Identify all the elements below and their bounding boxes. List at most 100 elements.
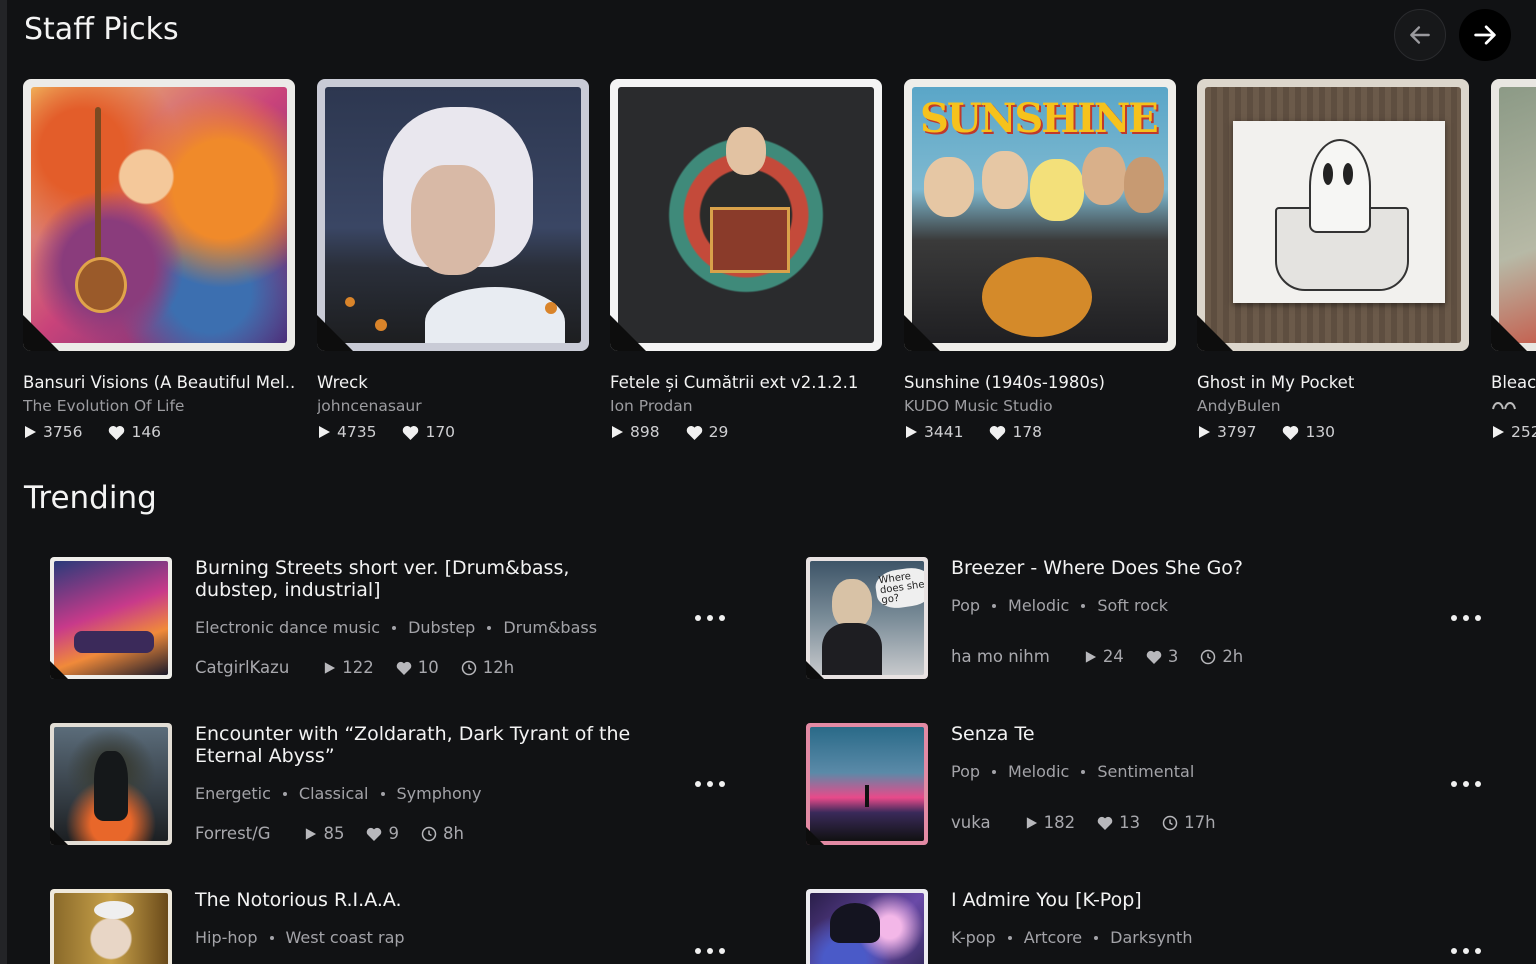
tag[interactable]: Sentimental bbox=[1097, 762, 1194, 781]
track-artist[interactable]: vuka bbox=[951, 813, 991, 832]
more-options-button[interactable] bbox=[1451, 774, 1481, 794]
trending-item[interactable]: Senza Te Pop Melodic Sentimental vuka 18… bbox=[806, 723, 1506, 848]
tag[interactable]: Energetic bbox=[195, 784, 271, 803]
heart-icon[interactable] bbox=[686, 425, 703, 440]
trending-title: Trending bbox=[24, 480, 157, 516]
track-artist[interactable]: ha mo nihm bbox=[951, 647, 1050, 666]
more-options-button[interactable] bbox=[1451, 941, 1481, 961]
track-title[interactable]: I Admire You [K-Pop] bbox=[951, 889, 1391, 911]
pick-artist[interactable]: The Evolution Of Life bbox=[23, 397, 295, 415]
tag[interactable]: Dubstep bbox=[408, 618, 475, 637]
play-count: 3756 bbox=[43, 423, 83, 441]
track-title[interactable]: Breezer - Where Does She Go? bbox=[951, 557, 1391, 579]
track-thumbnail[interactable] bbox=[50, 723, 172, 845]
carousel-prev-button[interactable] bbox=[1394, 9, 1446, 61]
pick-title[interactable]: Sunshine (1940s-1980s) bbox=[904, 373, 1176, 392]
track-art-image bbox=[54, 727, 168, 841]
track-art-image bbox=[810, 893, 924, 964]
track-artist[interactable]: CatgirlKazu bbox=[195, 658, 289, 677]
tag[interactable]: Darksynth bbox=[1110, 928, 1192, 947]
cover-art-frame bbox=[1197, 79, 1469, 351]
tag[interactable]: Pop bbox=[951, 762, 980, 781]
pick-stats: 898 29 bbox=[610, 423, 882, 441]
track-title[interactable]: Burning Streets short ver. [Drum&bass, d… bbox=[195, 557, 635, 601]
tag[interactable]: K-pop bbox=[951, 928, 996, 947]
heart-icon[interactable] bbox=[1146, 650, 1162, 664]
trending-item[interactable]: The Notorious R.I.A.A. Hip-hop West coas… bbox=[50, 889, 750, 964]
tag[interactable]: Pop bbox=[951, 596, 980, 615]
play-count: 4735 bbox=[337, 423, 377, 441]
pick-title[interactable]: Bansuri Visions (A Beautiful Mel... bbox=[23, 373, 295, 392]
track-thumbnail[interactable] bbox=[806, 723, 928, 845]
clock-icon bbox=[1162, 815, 1178, 830]
more-options-button[interactable] bbox=[695, 941, 725, 961]
track-artist[interactable]: Forrest/G bbox=[195, 824, 270, 843]
track-thumbnail[interactable] bbox=[806, 889, 928, 964]
heart-icon[interactable] bbox=[1097, 816, 1113, 830]
trending-item[interactable]: Encounter with “Zoldarath, Dark Tyrant o… bbox=[50, 723, 750, 848]
pick-title[interactable]: Bleac bbox=[1491, 373, 1536, 392]
tag[interactable]: Soft rock bbox=[1097, 596, 1168, 615]
track-meta: ha mo nihm 24 3 2h bbox=[951, 647, 1243, 666]
trending-item[interactable]: Where does she go? Breezer - Where Does … bbox=[806, 557, 1506, 682]
tag[interactable]: West coast rap bbox=[286, 928, 405, 947]
cover-art-frame: SUNSHINE bbox=[904, 79, 1176, 351]
track-title[interactable]: Senza Te bbox=[951, 723, 1391, 745]
pick-artist[interactable]: johncenasaur bbox=[317, 397, 589, 415]
pick-artist-icon[interactable] bbox=[1491, 397, 1536, 415]
tag[interactable]: Artcore bbox=[1024, 928, 1082, 947]
pick-card[interactable]: Bansuri Visions (A Beautiful Mel... The … bbox=[23, 79, 295, 441]
trending-item[interactable]: I Admire You [K-Pop] K-pop Artcore Darks… bbox=[806, 889, 1506, 964]
pick-title[interactable]: Fetele și Cumătrii ext v2.1.2.1 bbox=[610, 373, 882, 392]
pick-card[interactable]: Ghost in My Pocket AndyBulen 3797 130 bbox=[1197, 79, 1469, 441]
pick-card[interactable]: Wreck johncenasaur 4735 170 bbox=[317, 79, 589, 441]
trending-item[interactable]: Burning Streets short ver. [Drum&bass, d… bbox=[50, 557, 750, 682]
carousel-next-button[interactable] bbox=[1459, 9, 1511, 61]
play-icon bbox=[906, 426, 917, 438]
heart-icon[interactable] bbox=[989, 425, 1006, 440]
pick-artist[interactable]: Ion Prodan bbox=[610, 397, 882, 415]
play-count: 85 bbox=[323, 824, 345, 843]
track-thumbnail[interactable]: Where does she go? bbox=[806, 557, 928, 679]
heart-icon[interactable] bbox=[108, 425, 125, 440]
play-count: 3441 bbox=[924, 423, 964, 441]
tag[interactable]: Hip-hop bbox=[195, 928, 258, 947]
pick-card[interactable]: Bleac 252 bbox=[1491, 79, 1536, 441]
tag[interactable]: Electronic dance music bbox=[195, 618, 380, 637]
heart-icon[interactable] bbox=[396, 661, 412, 675]
pick-title[interactable]: Ghost in My Pocket bbox=[1197, 373, 1469, 392]
play-icon bbox=[1026, 816, 1037, 829]
track-title[interactable]: Encounter with “Zoldarath, Dark Tyrant o… bbox=[195, 723, 635, 767]
play-count: 898 bbox=[630, 423, 660, 441]
track-thumbnail[interactable] bbox=[50, 889, 172, 964]
heart-icon[interactable] bbox=[402, 425, 419, 440]
tag[interactable]: Drum&bass bbox=[503, 618, 597, 637]
play-icon bbox=[306, 827, 317, 840]
pick-artist[interactable]: AndyBulen bbox=[1197, 397, 1469, 415]
pick-stats: 4735 170 bbox=[317, 423, 589, 441]
pick-artist[interactable]: KUDO Music Studio bbox=[904, 397, 1176, 415]
pick-stats: 3797 130 bbox=[1197, 423, 1469, 441]
more-options-button[interactable] bbox=[695, 774, 725, 794]
track-thumbnail[interactable] bbox=[50, 557, 172, 679]
heart-icon[interactable] bbox=[1282, 425, 1299, 440]
tag[interactable]: Symphony bbox=[397, 784, 482, 803]
track-title[interactable]: The Notorious R.I.A.A. bbox=[195, 889, 635, 911]
play-icon bbox=[1085, 650, 1096, 663]
card-corner-decoration bbox=[1491, 315, 1527, 351]
tag[interactable]: Melodic bbox=[1008, 596, 1069, 615]
pick-title[interactable]: Wreck bbox=[317, 373, 589, 392]
heart-icon[interactable] bbox=[366, 827, 382, 841]
pick-stats: 3756 146 bbox=[23, 423, 295, 441]
pick-card[interactable]: SUNSHINE Sunshine (1940s-1980s) KUDO Mus… bbox=[904, 79, 1176, 441]
play-icon bbox=[1199, 426, 1210, 438]
tag[interactable]: Classical bbox=[299, 784, 369, 803]
thumb-corner-decoration bbox=[806, 661, 824, 679]
pick-stats: 3441 178 bbox=[904, 423, 1176, 441]
more-options-button[interactable] bbox=[695, 608, 725, 628]
play-icon bbox=[319, 426, 330, 438]
play-count: 252 bbox=[1511, 423, 1536, 441]
more-options-button[interactable] bbox=[1451, 608, 1481, 628]
pick-card[interactable]: Fetele și Cumătrii ext v2.1.2.1 Ion Prod… bbox=[610, 79, 882, 441]
tag[interactable]: Melodic bbox=[1008, 762, 1069, 781]
